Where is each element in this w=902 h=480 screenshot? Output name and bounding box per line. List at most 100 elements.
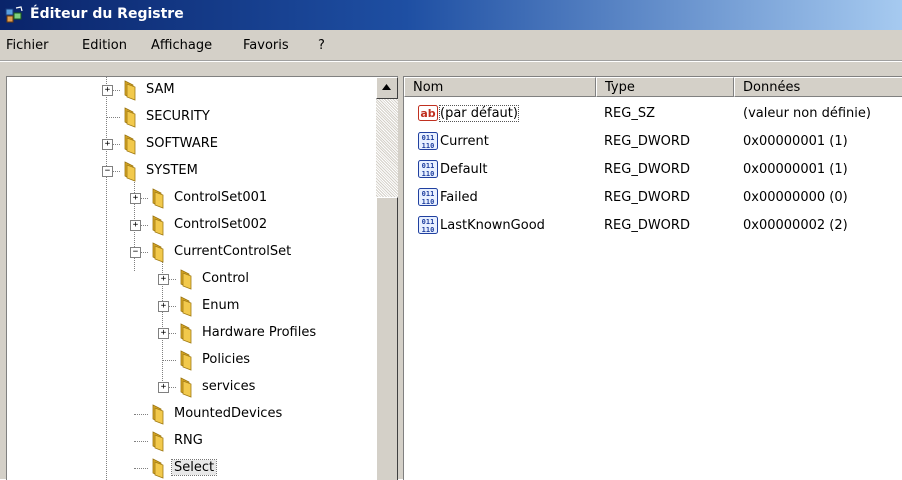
tree-node-label[interactable]: Select: [170, 459, 218, 476]
tree-node[interactable]: + SOFTWARE: [7, 132, 377, 158]
tree-node[interactable]: − SYSTEM: [7, 159, 377, 185]
tree-node[interactable]: + SAM: [7, 78, 377, 104]
svg-text:011: 011: [422, 134, 435, 142]
column-header-type[interactable]: Type: [596, 77, 734, 97]
menu-edition[interactable]: Edition: [82, 38, 127, 53]
binary-value-icon: 011 110: [418, 188, 438, 206]
tree-node-label[interactable]: CurrentControlSet: [172, 244, 293, 259]
string-value-icon: ab: [418, 104, 438, 122]
svg-text:011: 011: [422, 190, 435, 198]
value-name[interactable]: Failed: [440, 190, 478, 205]
list-row[interactable]: 011 110 Default REG_DWORD 0x00000001 (1): [404, 157, 902, 183]
folder-icon: [149, 457, 171, 479]
list-row[interactable]: 011 110 LastKnownGood REG_DWORD 0x00000002 (…: [404, 213, 902, 239]
tree-node-label[interactable]: MountedDevices: [172, 406, 284, 421]
scroll-up-arrow-icon: [382, 84, 391, 90]
value-name[interactable]: Current: [440, 134, 489, 149]
folder-icon: [121, 160, 143, 182]
tree-node-label[interactable]: ControlSet002: [172, 217, 269, 232]
binary-value-icon: 011 110: [418, 132, 438, 150]
tree-node[interactable]: + Hardware Profiles: [7, 321, 377, 347]
title-bar: Éditeur du Registre: [0, 0, 902, 30]
tree-node-label[interactable]: services: [200, 379, 257, 394]
expand-icon[interactable]: +: [102, 85, 113, 96]
value-data: 0x00000001 (1): [743, 162, 848, 177]
tree-node-label[interactable]: ControlSet001: [172, 190, 269, 205]
values-list[interactable]: Nom Type Données ab (par défaut) REG_SZ (va…: [403, 76, 902, 480]
folder-icon: [177, 322, 199, 344]
tree-node-label[interactable]: SAM: [144, 82, 177, 97]
folder-icon: [121, 106, 143, 128]
folder-icon: [121, 79, 143, 101]
registry-tree[interactable]: + SAM SECURITY + SOFTWARE − SYSTEM + ControlSet0…: [6, 76, 398, 480]
tree-node[interactable]: + services: [7, 375, 377, 401]
tree-node-label[interactable]: SECURITY: [144, 109, 212, 124]
menu-affichage[interactable]: Affichage: [151, 38, 212, 53]
folder-icon: [149, 430, 171, 452]
value-type: REG_DWORD: [604, 190, 690, 205]
tree-scrollbar[interactable]: [376, 77, 398, 480]
expand-icon[interactable]: +: [158, 301, 169, 312]
column-header-donnees[interactable]: Données: [734, 77, 902, 97]
tree-node[interactable]: − CurrentControlSet: [7, 240, 377, 266]
svg-text:110: 110: [422, 226, 435, 234]
folder-icon: [121, 133, 143, 155]
tree-node[interactable]: Policies: [7, 348, 377, 374]
expand-icon[interactable]: +: [102, 139, 113, 150]
folder-icon: [149, 187, 171, 209]
list-header: Nom Type Données: [404, 77, 902, 99]
folder-icon: [149, 214, 171, 236]
tree-node[interactable]: + Control: [7, 267, 377, 293]
expand-icon[interactable]: +: [158, 382, 169, 393]
tree-node-label[interactable]: SOFTWARE: [144, 136, 220, 151]
expand-icon[interactable]: +: [130, 220, 141, 231]
folder-icon: [149, 403, 171, 425]
tree-node[interactable]: SECURITY: [7, 105, 377, 131]
tree-node[interactable]: MountedDevices: [7, 402, 377, 428]
list-row[interactable]: 011 110 Current REG_DWORD 0x00000001 (1): [404, 129, 902, 155]
svg-text:011: 011: [422, 162, 435, 170]
menu-favoris[interactable]: Favoris: [243, 38, 289, 53]
tree-node-label[interactable]: Hardware Profiles: [200, 325, 318, 340]
menu-fichier[interactable]: Fichier: [6, 38, 49, 53]
value-name[interactable]: LastKnownGood: [440, 218, 545, 233]
tree-node-label[interactable]: Enum: [200, 298, 241, 313]
value-type: REG_DWORD: [604, 134, 690, 149]
menu-bar: Fichier Edition Affichage Favoris ?: [0, 30, 902, 62]
folder-icon: [177, 376, 199, 398]
svg-text:011: 011: [422, 218, 435, 226]
tree-node-label[interactable]: SYSTEM: [144, 163, 200, 178]
tree-node[interactable]: + ControlSet001: [7, 186, 377, 212]
value-name[interactable]: Default: [440, 162, 488, 177]
window-title: Éditeur du Registre: [30, 6, 184, 22]
tree-node[interactable]: RNG: [7, 429, 377, 455]
tree-node[interactable]: + Enum: [7, 294, 377, 320]
expand-icon[interactable]: +: [158, 274, 169, 285]
binary-value-icon: 011 110: [418, 216, 438, 234]
tree-node-label[interactable]: Control: [200, 271, 251, 286]
folder-icon: [177, 349, 199, 371]
value-data: (valeur non définie): [743, 106, 871, 121]
folder-icon: [177, 295, 199, 317]
value-data: 0x00000002 (2): [743, 218, 848, 233]
scroll-up-button[interactable]: [376, 77, 398, 99]
value-name[interactable]: (par défaut): [439, 105, 519, 122]
tree-node[interactable]: Select: [7, 456, 377, 480]
svg-text:110: 110: [422, 142, 435, 150]
value-data: 0x00000001 (1): [743, 134, 848, 149]
svg-text:110: 110: [422, 198, 435, 206]
list-row[interactable]: ab (par défaut) REG_SZ (valeur non définie): [404, 101, 902, 127]
tree-node-label[interactable]: Policies: [200, 352, 252, 367]
collapse-icon[interactable]: −: [130, 247, 141, 258]
collapse-icon[interactable]: −: [102, 166, 113, 177]
tree-node[interactable]: + ControlSet002: [7, 213, 377, 239]
svg-text:110: 110: [422, 170, 435, 178]
value-type: REG_SZ: [604, 106, 655, 121]
tree-node-label[interactable]: RNG: [172, 433, 205, 448]
expand-icon[interactable]: +: [158, 328, 169, 339]
list-row[interactable]: 011 110 Failed REG_DWORD 0x00000000 (0): [404, 185, 902, 211]
scroll-thumb[interactable]: [376, 197, 398, 480]
expand-icon[interactable]: +: [130, 193, 141, 204]
menu-help[interactable]: ?: [318, 38, 325, 53]
column-header-nom[interactable]: Nom: [404, 77, 596, 97]
